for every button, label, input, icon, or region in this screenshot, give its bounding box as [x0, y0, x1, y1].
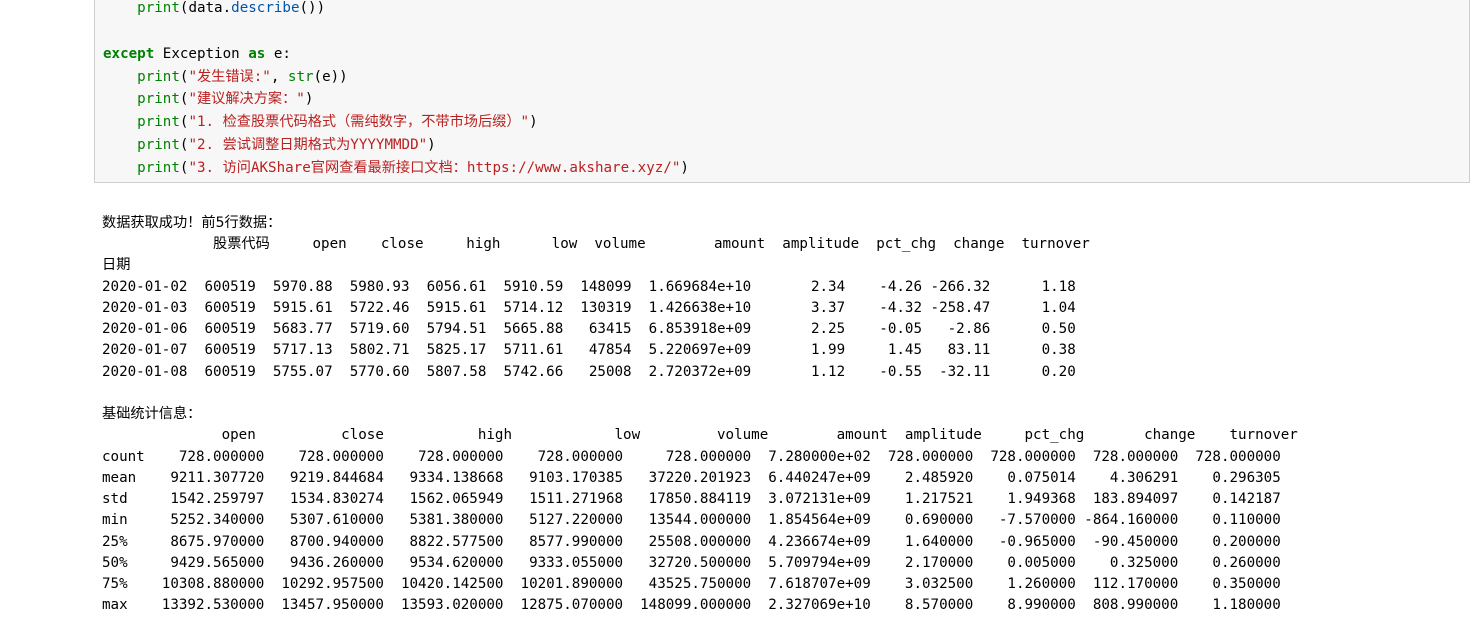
head-table-row: 2020-01-03 600519 5915.61 5722.46 5915.6…	[102, 300, 1076, 316]
stats-table-row: 75% 10308.880000 10292.957500 10420.1425…	[102, 576, 1281, 592]
code-line-except: except Exception as e:	[103, 46, 291, 62]
code-cell[interactable]: print(data.describe()) except Exception …	[94, 0, 1470, 183]
head-table-row: 2020-01-08 600519 5755.07 5770.60 5807.5…	[102, 364, 1076, 380]
code-line-print-tip1: print("1. 检查股票代码格式（需纯数字，不带市场后缀）")	[137, 114, 538, 130]
code-line-print-suggestion: print("建议解决方案：")	[137, 91, 314, 107]
success-message: 数据获取成功！前5行数据：	[102, 215, 282, 231]
stats-title: 基础统计信息：	[102, 406, 202, 422]
code-line-print-describe: print(data.describe())	[137, 0, 326, 16]
stats-table-row: mean 9211.307720 9219.844684 9334.138668…	[102, 470, 1281, 486]
stats-table-header: open close high low volume amount amplit…	[102, 427, 1298, 443]
head-table-row: 2020-01-06 600519 5683.77 5719.60 5794.5…	[102, 321, 1076, 337]
stats-table-row: min 5252.340000 5307.610000 5381.380000 …	[102, 512, 1281, 528]
code-line-print-tip3: print("3. 访问AKShare官网查看最新接口文档：https://ww…	[137, 160, 689, 176]
head-table-index-name: 日期	[102, 257, 131, 273]
stats-table-row: 25% 8675.970000 8700.940000 8822.577500 …	[102, 534, 1281, 550]
code-line-print-error: print("发生错误:", str(e))	[137, 69, 348, 85]
stats-table-row: max 13392.530000 13457.950000 13593.0200…	[102, 597, 1281, 613]
stats-table-row: count 728.000000 728.000000 728.000000 7…	[102, 449, 1281, 465]
stats-table-row: std 1542.259797 1534.830274 1562.065949 …	[102, 491, 1281, 507]
head-table-row: 2020-01-02 600519 5970.88 5980.93 6056.6…	[102, 279, 1076, 295]
stats-table-row: 50% 9429.565000 9436.260000 9534.620000 …	[102, 555, 1281, 571]
code-line-print-tip2: print("2. 尝试调整日期格式为YYYYMMDD")	[137, 137, 436, 153]
head-table-header: 股票代码 open close high low volume amount a…	[102, 236, 1090, 252]
head-table-row: 2020-01-07 600519 5717.13 5802.71 5825.1…	[102, 342, 1076, 358]
